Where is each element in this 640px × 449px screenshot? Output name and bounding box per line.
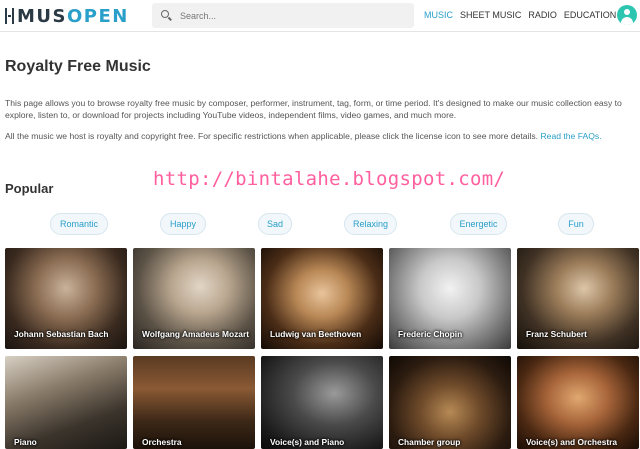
composer-card-label: Ludwig van Beethoven — [270, 329, 362, 339]
nav-music[interactable]: MUSIC — [424, 10, 453, 20]
composer-card-label: Frederic Chopin — [398, 329, 463, 339]
instrument-card-label: Chamber group — [398, 437, 461, 447]
watermark-text: http://bintalahe.blogspot.com/ — [153, 168, 506, 190]
search-icon — [161, 10, 172, 21]
license-note-text: All the music we host is royalty and cop… — [5, 131, 539, 141]
composer-card-label: Wolfgang Amadeus Mozart — [142, 329, 250, 339]
tag-sad[interactable]: Sad — [258, 213, 292, 235]
instrument-card-label: Voice(s) and Piano — [270, 437, 345, 447]
page-description: This page allows you to browse royalty f… — [5, 98, 622, 120]
composer-card[interactable]: Wolfgang Amadeus Mozart — [133, 248, 255, 349]
search-input[interactable] — [180, 10, 400, 21]
logo-text-main: MUS — [17, 5, 67, 27]
page-title: Royalty Free Music — [5, 58, 151, 75]
main-nav: MUSIC SHEET MUSIC RADIO EDUCATION — [424, 10, 616, 20]
instrument-card[interactable]: Chamber group — [389, 356, 511, 449]
composer-card-label: Franz Schubert — [526, 329, 587, 339]
instrument-card[interactable]: Piano — [5, 356, 127, 449]
instrument-card-label: Piano — [14, 437, 37, 447]
logo-text-accent: OPEN — [67, 5, 129, 27]
license-note: All the music we host is royalty and cop… — [5, 130, 639, 142]
composer-card[interactable]: Frederic Chopin — [389, 248, 511, 349]
tag-relaxing[interactable]: Relaxing — [344, 213, 397, 235]
logo-mark-icon — [5, 8, 14, 24]
composer-card[interactable]: Franz Schubert — [517, 248, 639, 349]
tag-fun[interactable]: Fun — [558, 213, 594, 235]
instrument-card[interactable]: Voice(s) and Orchestra — [517, 356, 639, 449]
instrument-card[interactable]: Voice(s) and Piano — [261, 356, 383, 449]
logo-text: MUSOPEN — [17, 6, 129, 27]
search-box[interactable] — [152, 3, 414, 28]
musopen-logo[interactable]: MUSOPEN — [5, 6, 129, 27]
faq-link[interactable]: Read the FAQs. — [540, 131, 601, 141]
composer-card[interactable]: Ludwig van Beethoven — [261, 248, 383, 349]
user-avatar-icon[interactable] — [617, 5, 637, 25]
instrument-card-label: Voice(s) and Orchestra — [526, 437, 618, 447]
popular-heading: Popular — [5, 181, 54, 196]
nav-education[interactable]: EDUCATION — [564, 10, 616, 20]
nav-sheet-music[interactable]: SHEET MUSIC — [460, 10, 521, 20]
composer-card-label: Johann Sebastian Bach — [14, 329, 109, 339]
nav-radio[interactable]: RADIO — [528, 10, 557, 20]
instrument-card[interactable]: Orchestra — [133, 356, 255, 449]
mood-tags: Romantic Happy Sad Relaxing Energetic Fu… — [0, 213, 640, 235]
tag-happy[interactable]: Happy — [160, 213, 206, 235]
top-navbar: MUSOPEN MUSIC SHEET MUSIC RADIO EDUCATIO… — [0, 0, 640, 32]
tag-romantic[interactable]: Romantic — [50, 213, 108, 235]
tag-energetic[interactable]: Energetic — [450, 213, 507, 235]
composer-card[interactable]: Johann Sebastian Bach — [5, 248, 127, 349]
instrument-card-label: Orchestra — [142, 437, 182, 447]
